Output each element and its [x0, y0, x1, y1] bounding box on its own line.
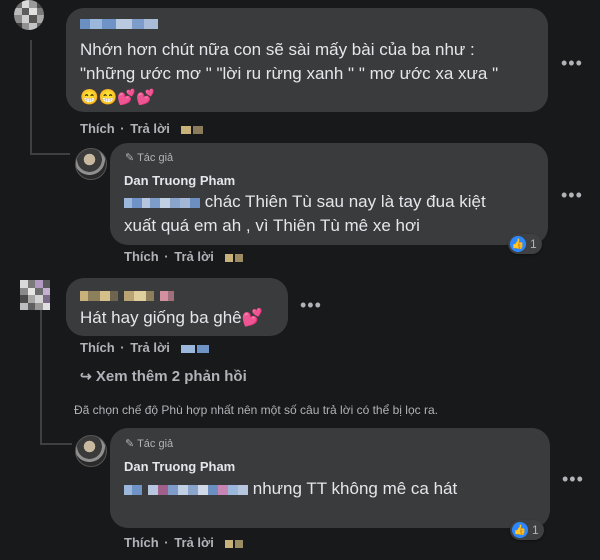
- author-badge-label: Tác giả: [137, 438, 174, 450]
- reply-actions: Thích · Trả lời: [124, 249, 245, 264]
- more-options-icon[interactable]: •••: [300, 296, 322, 314]
- comment-actions: Thích · Trả lời: [80, 121, 205, 136]
- reaction-summary[interactable]: 👍 1: [508, 234, 542, 254]
- reply-button[interactable]: Trả lời: [174, 535, 214, 550]
- reply-button[interactable]: Trả lời: [174, 249, 214, 264]
- comment-actions: Thích · Trả lời: [80, 340, 211, 355]
- author-name[interactable]: Dan Truong Pham: [124, 173, 235, 188]
- like-icon: 👍: [512, 522, 528, 538]
- thread-line: [30, 153, 70, 155]
- comment-text: Hát hay giống ba ghê💕: [80, 308, 263, 327]
- like-button[interactable]: Thích: [124, 249, 159, 264]
- view-more-replies-label: Xem thêm 2 phản hồi: [95, 368, 247, 385]
- author-avatar[interactable]: [75, 148, 107, 180]
- thread-line: [40, 443, 72, 445]
- separator-dot: ·: [164, 249, 169, 264]
- like-button[interactable]: Thích: [80, 121, 115, 136]
- blurred-timestamp: [181, 125, 192, 134]
- reply-text: nhưng TT không mê ca hát: [124, 477, 534, 501]
- reply-button[interactable]: Trả lời: [130, 340, 170, 355]
- reaction-count: 1: [532, 523, 539, 537]
- view-more-replies[interactable]: ↪ Xem thêm 2 phản hồi: [80, 368, 247, 385]
- comment-emojis: 😁😁💕💕: [80, 89, 155, 106]
- thread-line: [30, 40, 32, 155]
- more-options-icon[interactable]: •••: [561, 54, 583, 72]
- like-icon: 👍: [510, 236, 526, 252]
- separator-dot: ·: [120, 340, 125, 355]
- reaction-summary[interactable]: 👍 1: [510, 520, 544, 540]
- author-name[interactable]: Dan Truong Pham: [124, 459, 235, 474]
- reply-text-content: nhưng TT không mê ca hát: [252, 479, 458, 498]
- like-button[interactable]: Thích: [124, 535, 159, 550]
- comment-text: Nhớn hơn chút nữa con sẽ sài mấy bài của…: [80, 38, 540, 110]
- reply-text: chác Thiên Tù sau nay là tay đua kiệt xu…: [124, 190, 534, 238]
- pencil-icon: ✎: [125, 438, 135, 450]
- reply-button[interactable]: Trả lời: [130, 121, 170, 136]
- separator-dot: ·: [120, 121, 125, 136]
- reply-text-content: chác Thiên Tù sau nay là tay đua kiệt: [204, 192, 486, 211]
- blurred-author-name[interactable]: [80, 287, 174, 305]
- comment-text-line: "những ước mơ " "lời ru rừng xanh " " mơ…: [80, 64, 499, 83]
- blurred-timestamp: [225, 539, 234, 548]
- author-badge-label: Tác giả: [137, 152, 174, 164]
- reply-text-line: chác Thiên Tù sau nay là tay đua kiệt: [124, 190, 534, 214]
- more-options-icon[interactable]: •••: [561, 186, 583, 204]
- reply-arrow-icon: ↪: [80, 368, 92, 384]
- author-badge: ✎ Tác giả: [125, 437, 173, 450]
- filter-notice: Đã chọn chế độ Phù hợp nhất nên một số c…: [74, 403, 438, 417]
- author-avatar[interactable]: [75, 435, 107, 467]
- blurred-mention[interactable]: [124, 484, 132, 495]
- like-button[interactable]: Thích: [80, 340, 115, 355]
- thread-line: [40, 305, 42, 445]
- reaction-count: 1: [530, 237, 537, 251]
- author-badge: ✎ Tác giả: [125, 151, 173, 164]
- blurred-mention[interactable]: [124, 197, 132, 208]
- blurred-author-name[interactable]: [80, 15, 158, 33]
- blurred-timestamp: [181, 344, 196, 353]
- avatar[interactable]: [20, 280, 50, 310]
- blurred-timestamp: [225, 253, 234, 262]
- avatar[interactable]: [14, 0, 44, 30]
- comment-text-line: Nhớn hơn chút nữa con sẽ sài mấy bài của…: [80, 40, 475, 59]
- more-options-icon[interactable]: •••: [562, 470, 584, 488]
- reply-actions: Thích · Trả lời: [124, 535, 245, 550]
- pencil-icon: ✎: [125, 152, 135, 164]
- separator-dot: ·: [164, 535, 169, 550]
- reply-text-line: xuất quá em ah , vì Thiên Tù mê xe hơi: [124, 216, 420, 235]
